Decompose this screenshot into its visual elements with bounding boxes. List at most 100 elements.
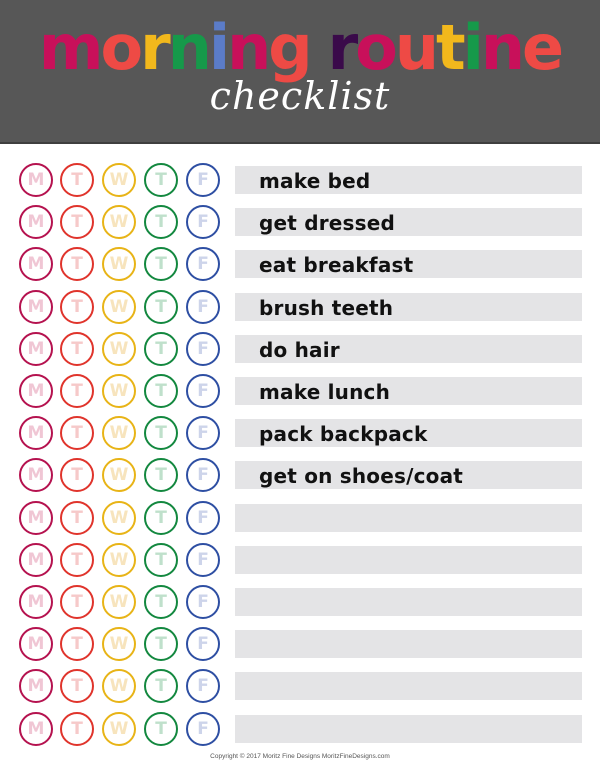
task-bar: eat breakfast bbox=[235, 250, 582, 279]
day-checkbox-t[interactable]: T bbox=[60, 458, 94, 493]
page-subtitle: checklist bbox=[209, 74, 391, 118]
day-checkbox-th[interactable]: T bbox=[144, 458, 178, 493]
day-checkbox-m[interactable]: M bbox=[19, 500, 53, 535]
day-checkbox-w[interactable]: W bbox=[102, 163, 136, 197]
day-checkbox-f[interactable]: F bbox=[186, 416, 220, 451]
checklist-row: M T W T Fpack backpack bbox=[0, 412, 600, 454]
day-checkbox-m[interactable]: M bbox=[19, 627, 53, 662]
day-checkbox-t[interactable]: T bbox=[60, 374, 94, 408]
day-checkbox-f[interactable]: F bbox=[186, 542, 220, 577]
task-label: get dressed bbox=[259, 211, 396, 236]
day-checkbox-m[interactable]: M bbox=[19, 711, 53, 746]
day-checkbox-th[interactable]: T bbox=[144, 163, 178, 197]
day-checkbox-w[interactable]: W bbox=[102, 374, 136, 408]
day-checkbox-w[interactable]: W bbox=[102, 500, 136, 535]
day-checkbox-t[interactable]: T bbox=[60, 331, 94, 366]
day-checkbox-m[interactable]: M bbox=[19, 416, 53, 451]
day-checkbox-th[interactable]: T bbox=[144, 627, 178, 662]
task-bar bbox=[235, 503, 582, 532]
day-checkbox-w[interactable]: W bbox=[102, 669, 136, 704]
task-bar: do hair bbox=[235, 334, 582, 363]
task-bar bbox=[235, 588, 582, 616]
day-checkbox-m[interactable]: M bbox=[19, 247, 53, 282]
day-checkbox-th[interactable]: T bbox=[144, 585, 178, 619]
checklist-row: M T W T Fdo hair bbox=[0, 328, 600, 370]
task-bar: get dressed bbox=[235, 208, 582, 237]
day-checkbox-t[interactable]: T bbox=[60, 289, 94, 324]
task-bar: brush teeth bbox=[235, 292, 582, 321]
day-checkbox-w[interactable]: W bbox=[102, 289, 136, 324]
day-checkbox-w[interactable]: W bbox=[102, 711, 136, 746]
day-checkbox-t[interactable]: T bbox=[60, 627, 94, 662]
day-checkbox-f[interactable]: F bbox=[186, 247, 220, 282]
task-bar bbox=[235, 714, 582, 743]
day-checkbox-t[interactable]: T bbox=[60, 500, 94, 535]
checklist-row: M T W T Fget dressed bbox=[0, 201, 600, 243]
day-checkbox-f[interactable]: F bbox=[186, 627, 220, 662]
day-checkbox-m[interactable]: M bbox=[19, 585, 53, 619]
day-checkbox-th[interactable]: T bbox=[144, 669, 178, 704]
day-checkbox-f[interactable]: F bbox=[186, 374, 220, 408]
day-checkbox-m[interactable]: M bbox=[19, 669, 53, 704]
task-bar: make bed bbox=[235, 166, 582, 194]
day-checkbox-m[interactable]: M bbox=[19, 205, 53, 240]
day-checkbox-th[interactable]: T bbox=[144, 711, 178, 746]
checklist-row: M T W T Fbrush teeth bbox=[0, 286, 600, 328]
day-checkbox-th[interactable]: T bbox=[144, 500, 178, 535]
task-label: make lunch bbox=[259, 380, 391, 404]
day-checkbox-f[interactable]: F bbox=[186, 458, 220, 493]
day-checkbox-m[interactable]: M bbox=[19, 331, 53, 366]
day-checkbox-m[interactable]: M bbox=[19, 542, 53, 577]
day-checkbox-f[interactable]: F bbox=[186, 289, 220, 324]
task-label: pack backpack bbox=[259, 422, 428, 447]
day-checkbox-f[interactable]: F bbox=[186, 163, 220, 197]
day-checkbox-w[interactable]: W bbox=[102, 627, 136, 662]
checklist-row: MTWTF bbox=[0, 623, 600, 665]
day-checkbox-th[interactable]: T bbox=[144, 247, 178, 282]
task-label: do hair bbox=[259, 337, 340, 362]
task-label: get on shoes/coat bbox=[259, 464, 464, 489]
day-checkbox-th[interactable]: T bbox=[144, 542, 178, 577]
day-checkbox-m[interactable]: M bbox=[19, 458, 53, 493]
day-checkbox-t[interactable]: T bbox=[60, 711, 94, 746]
day-checkbox-w[interactable]: W bbox=[102, 205, 136, 240]
day-checkbox-th[interactable]: T bbox=[144, 289, 178, 324]
day-checkbox-t[interactable]: T bbox=[60, 416, 94, 451]
checklist-row: M T W T Fmake bed bbox=[0, 159, 600, 201]
day-checkbox-t[interactable]: T bbox=[60, 163, 94, 197]
day-checkbox-m[interactable]: M bbox=[19, 374, 53, 408]
day-checkbox-t[interactable]: T bbox=[60, 585, 94, 619]
day-checkbox-w[interactable]: W bbox=[102, 247, 136, 282]
day-checkbox-t[interactable]: T bbox=[60, 205, 94, 240]
checklist-row: M T W T Fget on shoes/coat bbox=[0, 454, 600, 496]
checklist-row: MTWTF bbox=[0, 665, 600, 707]
day-checkbox-th[interactable]: T bbox=[144, 205, 178, 240]
day-checkbox-w[interactable]: W bbox=[102, 416, 136, 451]
checklist-row: M T W T Fmake lunch bbox=[0, 370, 600, 412]
day-checkbox-t[interactable]: T bbox=[60, 247, 94, 282]
day-checkbox-w[interactable]: W bbox=[102, 542, 136, 577]
day-checkbox-f[interactable]: F bbox=[186, 205, 220, 240]
day-checkbox-th[interactable]: T bbox=[144, 416, 178, 451]
task-bar: make lunch bbox=[235, 377, 582, 405]
checklist-row: MTWTF bbox=[0, 581, 600, 623]
task-bar: get on shoes/coat bbox=[235, 461, 582, 490]
day-checkbox-m[interactable]: M bbox=[19, 163, 53, 197]
day-checkbox-f[interactable]: F bbox=[186, 500, 220, 535]
day-checkbox-f[interactable]: F bbox=[186, 711, 220, 746]
day-checkbox-f[interactable]: F bbox=[186, 669, 220, 704]
copyright-footer: Copyright © 2017 Moritz Fine Designs Mor… bbox=[210, 753, 390, 760]
day-checkbox-f[interactable]: F bbox=[186, 331, 220, 366]
day-checkbox-m[interactable]: M bbox=[19, 289, 53, 324]
task-bar bbox=[235, 630, 582, 659]
task-label: eat breakfast bbox=[259, 253, 414, 278]
day-checkbox-th[interactable]: T bbox=[144, 331, 178, 366]
task-bar bbox=[235, 545, 582, 574]
day-checkbox-f[interactable]: F bbox=[186, 585, 220, 619]
day-checkbox-t[interactable]: T bbox=[60, 542, 94, 577]
day-checkbox-th[interactable]: T bbox=[144, 374, 178, 408]
day-checkbox-w[interactable]: W bbox=[102, 458, 136, 493]
day-checkbox-w[interactable]: W bbox=[102, 585, 136, 619]
day-checkbox-t[interactable]: T bbox=[60, 669, 94, 704]
day-checkbox-w[interactable]: W bbox=[102, 331, 136, 366]
